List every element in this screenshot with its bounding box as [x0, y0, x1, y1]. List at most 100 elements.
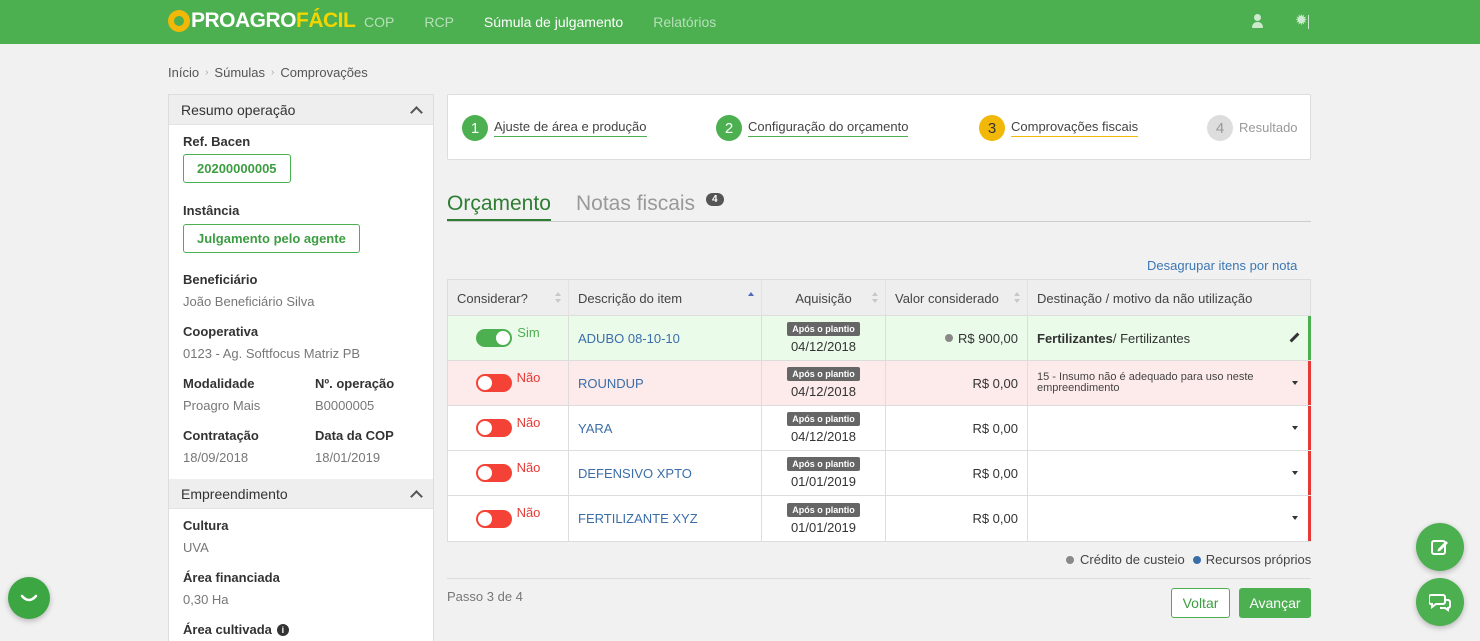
legend-recursos: Recursos próprios: [1205, 552, 1312, 567]
resumo-operacao-title: Resumo operação: [181, 101, 296, 118]
resumo-operacao-body: Ref. Bacen 20200000005 Instância Julgame…: [169, 125, 433, 479]
breadcrumb-sumulas[interactable]: Súmulas: [214, 65, 265, 80]
back-button[interactable]: Voltar: [1171, 588, 1230, 618]
item-link[interactable]: ADUBO 08-10-10: [578, 331, 680, 346]
sort-icon: [872, 292, 879, 304]
table-row: Não FERTILIZANTE XYZ Após o plantio 01/0…: [448, 496, 1311, 541]
logo-mark-icon: [168, 10, 190, 32]
step-label: Configuração do orçamento: [748, 119, 909, 137]
step-label: Ajuste de área e produção: [494, 119, 647, 137]
acquisition-date: 04/12/2018: [790, 429, 857, 444]
nav-item-rcp[interactable]: RCP: [424, 14, 454, 30]
consider-toggle[interactable]: [475, 509, 512, 528]
sort-icon: [555, 292, 562, 304]
empreendimento-header[interactable]: Empreendimento: [169, 479, 433, 509]
chevron-up-icon[interactable]: [411, 105, 421, 115]
step-configuracao[interactable]: 2 Configuração do orçamento: [716, 115, 909, 141]
step-number: 2: [716, 115, 742, 141]
progress-stepper: 1 Ajuste de área e produção 2 Configuraç…: [447, 94, 1311, 160]
chevron-up-icon[interactable]: [411, 489, 421, 499]
col-header-text: Valor considerado: [895, 290, 999, 306]
consider-toggle[interactable]: [475, 464, 512, 482]
acquisition-cell: Após o plantio 04/12/2018: [762, 316, 886, 360]
sort-icon: [1014, 292, 1021, 304]
n-operacao-label: Nº. operação: [315, 376, 395, 391]
acquisition-badge: Após o plantio: [787, 322, 860, 336]
acquisition-badge: Após o plantio: [787, 367, 860, 381]
breadcrumb-separator-icon: ›: [271, 67, 275, 78]
caret-down-icon[interactable]: [1292, 471, 1298, 475]
destination-select[interactable]: [1028, 451, 1310, 495]
proagro-facil-logo[interactable]: PROAGROFÁCIL: [168, 7, 356, 35]
area-cultivada-label: Área cultivada i: [183, 622, 289, 637]
step-resultado: 4 Resultado: [1207, 115, 1298, 141]
item-link[interactable]: YARA: [578, 421, 612, 436]
nav-item-cop[interactable]: COP: [364, 14, 394, 30]
acquisition-date: 01/01/2019: [790, 519, 857, 535]
tabs: Orçamento Notas fiscais 4: [447, 190, 1311, 222]
pencil-icon[interactable]: [1287, 331, 1299, 343]
footer-divider: [447, 578, 1311, 579]
next-button[interactable]: Avançar: [1239, 588, 1311, 618]
item-link[interactable]: ROUNDUP: [578, 376, 644, 391]
feedback-button[interactable]: [1416, 523, 1464, 571]
tab-orcamento[interactable]: Orçamento: [447, 192, 551, 221]
instancia-label: Instância: [183, 203, 240, 218]
consider-cell: Não: [448, 406, 569, 450]
nav-item-relatorios[interactable]: Relatórios: [653, 14, 716, 30]
recursos-dot-icon: [1192, 555, 1201, 564]
chat-button[interactable]: [1416, 578, 1464, 626]
row-status-bar: [1308, 361, 1311, 405]
caret-down-icon[interactable]: [1292, 381, 1298, 385]
edit-icon: [1431, 540, 1448, 555]
notas-count-badge: 4: [706, 193, 724, 206]
info-icon[interactable]: i: [276, 623, 289, 636]
consider-toggle[interactable]: [475, 419, 512, 437]
destination-select[interactable]: [1028, 496, 1310, 541]
breadcrumb-inicio[interactable]: Início: [168, 65, 199, 80]
col-considerar[interactable]: Considerar?: [448, 280, 569, 316]
table-row: Não YARA Após o plantio 04/12/2018 R$ 0,…: [448, 406, 1311, 451]
value-text: R$ 0,00: [972, 511, 1018, 526]
cooperativa-label: Cooperativa: [183, 324, 259, 339]
navbar-divider: [1308, 15, 1309, 29]
value-text: R$ 0,00: [972, 375, 1018, 391]
acquisition-date: 04/12/2018: [790, 339, 857, 354]
ref-bacen-value: 20200000005: [183, 154, 291, 183]
toggle-label: Não: [516, 459, 541, 475]
item-cell: ROUNDUP: [569, 361, 762, 405]
acquisition-cell: Após o plantio 01/01/2019: [762, 451, 886, 495]
item-cell: YARA: [569, 406, 762, 450]
nav-item-sumula[interactable]: Súmula de julgamento: [484, 14, 623, 30]
destination-cell[interactable]: Fertilizantes / Fertilizantes: [1028, 316, 1310, 360]
acquisition-badge: Após o plantio: [787, 502, 860, 517]
col-valor[interactable]: Valor considerado: [886, 280, 1028, 316]
sidebar: Resumo operação Ref. Bacen 20200000005 I…: [168, 94, 434, 641]
table-row: Sim ADUBO 08-10-10 Após o plantio 04/12/…: [448, 316, 1311, 361]
consider-toggle[interactable]: [475, 374, 512, 392]
area-financiada-value: 0,30 Ha: [183, 592, 229, 607]
tab-notas-fiscais[interactable]: Notas fiscais: [576, 192, 695, 216]
step-ajuste[interactable]: 1 Ajuste de área e produção: [462, 115, 647, 141]
caret-down-icon[interactable]: [1292, 426, 1298, 430]
col-descricao[interactable]: Descrição do item: [569, 280, 762, 316]
ungroup-items-link[interactable]: Desagrupar itens por nota: [1147, 258, 1297, 273]
step-comprovacoes[interactable]: 3 Comprovações fiscais: [979, 115, 1139, 141]
destination-select[interactable]: 15 - Insumo não é adequado para uso nest…: [1028, 361, 1310, 405]
cultura-label: Cultura: [183, 518, 229, 533]
item-cell: DEFENSIVO XPTO: [569, 451, 762, 495]
resumo-operacao-header[interactable]: Resumo operação: [169, 95, 433, 125]
caret-down-icon[interactable]: [1292, 516, 1298, 520]
smile-chat-icon: [20, 594, 38, 602]
support-chat-button[interactable]: [8, 577, 50, 619]
item-link[interactable]: FERTILIZANTE XYZ: [578, 511, 698, 526]
data-cop-value: 18/01/2019: [315, 450, 381, 465]
main-nav: COP RCP Súmula de julgamento Relatórios: [364, 0, 746, 44]
value-cell: R$ 0,00: [886, 361, 1028, 405]
user-icon[interactable]: [1250, 13, 1266, 29]
step-label: Comprovações fiscais: [1011, 119, 1139, 137]
destination-select[interactable]: [1028, 406, 1310, 450]
col-aquisicao[interactable]: Aquisição: [762, 280, 886, 316]
consider-toggle[interactable]: [476, 329, 513, 347]
item-link[interactable]: DEFENSIVO XPTO: [578, 466, 692, 481]
